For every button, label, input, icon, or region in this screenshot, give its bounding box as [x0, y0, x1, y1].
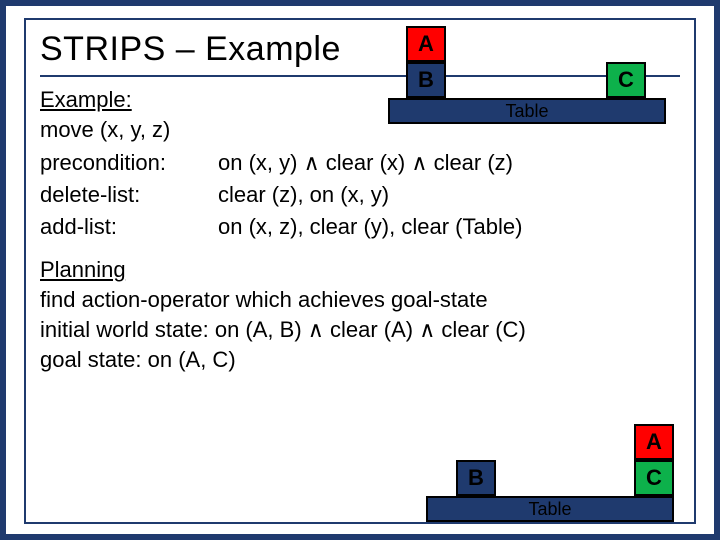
planning-heading: Planning: [40, 255, 680, 285]
table-label: Table: [505, 101, 548, 122]
planning-section: Planning find action-operator which achi…: [40, 255, 680, 374]
block-a: A: [406, 26, 446, 62]
planning-line1: find action-operator which achieves goal…: [40, 285, 680, 315]
block-b: B: [406, 62, 446, 98]
page-title: STRIPS – Example: [40, 30, 341, 69]
goal-world-diagram: A C B Table: [426, 424, 674, 516]
slide-inner: STRIPS – Example A B C Table Example: mo…: [24, 18, 696, 524]
block-a-goal: A: [634, 424, 674, 460]
delete-label: delete-list:: [40, 180, 190, 210]
block-c-goal: C: [634, 460, 674, 496]
precondition-label: precondition:: [40, 148, 190, 178]
example-section: Example: move (x, y, z) precondition: on…: [40, 85, 680, 374]
planning-line2: initial world state: on (A, B) ∧ clear (…: [40, 315, 680, 345]
slide-frame: STRIPS – Example A B C Table Example: mo…: [0, 0, 720, 540]
table-surface-goal: Table: [426, 496, 674, 522]
planning-line3: goal state: on (A, C): [40, 345, 680, 375]
delete-value: clear (z), on (x, y): [218, 180, 680, 210]
precondition-value: on (x, y) ∧ clear (x) ∧ clear (z): [218, 148, 680, 178]
block-b-goal: B: [456, 460, 496, 496]
table-label-goal: Table: [528, 499, 571, 520]
add-value: on (x, z), clear (y), clear (Table): [218, 212, 680, 242]
add-label: add-list:: [40, 212, 190, 242]
initial-world-diagram: A B C Table: [406, 26, 666, 116]
table-surface: Table: [388, 98, 666, 124]
block-c: C: [606, 62, 646, 98]
example-grid: precondition: on (x, y) ∧ clear (x) ∧ cl…: [40, 148, 680, 241]
